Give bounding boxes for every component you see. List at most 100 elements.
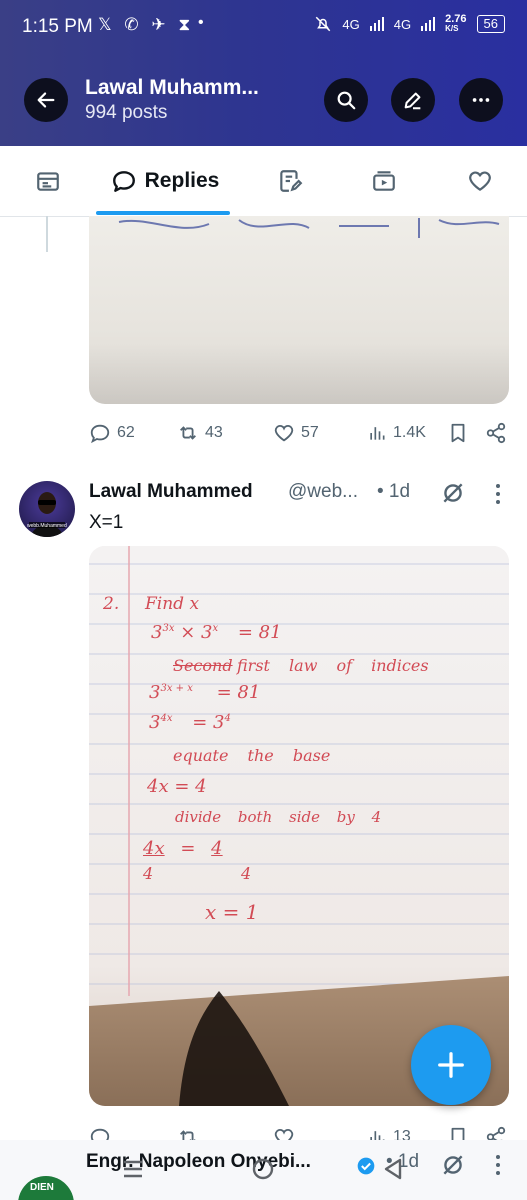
notification-icons: 𝕏 ✆ ✈ ⧗ <box>98 15 195 34</box>
back-button[interactable] <box>24 78 68 122</box>
reply-count: 62 <box>117 424 135 441</box>
hw-eq: = 81 <box>237 622 282 643</box>
more-horizontal-icon <box>472 98 490 102</box>
hw-line-10: x = 1 <box>205 900 259 924</box>
analytics-icon <box>370 427 385 440</box>
battery-indicator: 56 <box>476 15 505 33</box>
status-time: 1:15 PM <box>22 16 93 37</box>
bookmark-icon <box>451 423 465 443</box>
hw-denominator-left: 4 <box>143 864 154 883</box>
hw-exp: x <box>212 623 219 634</box>
compose-post-button[interactable] <box>411 1025 491 1105</box>
hw-exp: 3x <box>162 623 175 634</box>
share-icon <box>486 422 506 444</box>
grok-button[interactable] <box>440 480 466 511</box>
hw-lhs: 4x <box>143 838 165 859</box>
post-image-2[interactable]: 2. Find x 33x × 3x = 81 Second first law… <box>89 546 509 1106</box>
recents-icon <box>124 1160 142 1178</box>
search-button[interactable] <box>324 78 368 122</box>
status-right: 4G 4G 2.76 K/S 56 <box>314 14 505 34</box>
hw-line-7: 4x = 4 <box>147 776 207 797</box>
repost-count: 43 <box>205 424 223 441</box>
reply-button[interactable]: 62 <box>89 418 135 448</box>
edit-profile-button[interactable] <box>391 78 435 122</box>
hw-line-2: 33x × 3x = 81 <box>151 622 282 643</box>
post-count: 994 posts <box>85 102 168 123</box>
back-triangle-icon <box>384 1158 402 1180</box>
media-icon <box>373 171 395 191</box>
status-dot: • <box>198 14 204 31</box>
hw-line-8: divide both side by 4 <box>175 808 382 826</box>
hw-line-3: first law of indices <box>237 656 429 675</box>
hw-exp: 3x + x <box>160 683 193 694</box>
share-button[interactable] <box>485 418 507 448</box>
avatar[interactable]: webb.Muhammed <box>19 481 75 537</box>
system-back-button[interactable] <box>378 1154 408 1184</box>
hw-eq: = 3 <box>192 712 225 733</box>
thread-line <box>46 216 48 252</box>
more-vertical-icon <box>496 484 500 504</box>
handwritten-solution: 2. Find x 33x × 3x = 81 Second first law… <box>89 546 509 1106</box>
home-circle-icon <box>252 1158 274 1180</box>
like-count: 57 <box>301 424 319 441</box>
view-count: 1.4K <box>393 424 426 441</box>
hw-line-6: equate the base <box>173 746 331 765</box>
data-speed: 2.76 K/S <box>445 14 466 34</box>
home-button[interactable] <box>248 1154 278 1184</box>
article-icon <box>37 172 59 191</box>
repost-icon <box>180 426 196 440</box>
hw-base: 3 <box>151 622 163 643</box>
avatar-label: webb.Muhammed <box>27 523 67 529</box>
repost-button[interactable]: 43 <box>177 418 223 448</box>
more-options-button[interactable] <box>459 78 503 122</box>
hw-line-9: 4x = 4 <box>143 838 223 859</box>
hw-question-number: 2. <box>103 594 120 614</box>
network-label-1: 4G <box>342 16 360 32</box>
profile-header: 1:15 PM 𝕏 ✆ ✈ ⧗ • 4G 4G 2.76 K/S 56 Lawa… <box>0 0 527 146</box>
post-image-1[interactable] <box>89 216 509 404</box>
tweet-more-button[interactable] <box>491 481 505 512</box>
tweet-text: X=1 <box>89 512 124 533</box>
views-button[interactable]: 1.4K <box>367 418 426 448</box>
hw-rhs: 4 <box>211 838 223 859</box>
image-shadow <box>89 344 509 404</box>
highlights-icon <box>280 170 303 192</box>
hw-exp: 4 <box>224 713 231 724</box>
grok-icon <box>443 483 463 503</box>
profile-name: Lawal Muhamm... <box>85 76 259 99</box>
tweet-author-handle[interactable]: @web... <box>288 481 358 503</box>
tweet-time[interactable]: • 1d <box>377 481 410 503</box>
signal-icon-2 <box>421 17 436 31</box>
profile-tabs: Replies <box>0 146 527 217</box>
tab-articles[interactable] <box>20 146 76 216</box>
tab-highlights[interactable] <box>262 146 318 216</box>
mute-bell-icon <box>316 16 331 32</box>
tab-replies[interactable]: Replies <box>100 146 230 216</box>
likes-icon <box>469 171 491 191</box>
tab-media[interactable] <box>356 146 412 216</box>
reply-bubble-icon <box>112 171 135 192</box>
hw-line-4: 33x + x = 81 <box>149 682 260 703</box>
tab-likes[interactable] <box>452 146 508 216</box>
bookmark-button[interactable] <box>447 418 469 448</box>
hw-struck: Second <box>173 656 233 675</box>
reply-icon <box>90 424 110 444</box>
like-button[interactable]: 57 <box>273 418 319 448</box>
data-speed-unit: K/S <box>445 24 459 33</box>
recents-button[interactable] <box>118 1154 148 1184</box>
hw-line-1: Find x <box>145 594 200 614</box>
arrow-left-icon <box>37 92 55 108</box>
hw-base: 3 <box>149 682 161 703</box>
active-tab-indicator <box>96 211 230 215</box>
hw-line-5: 34x = 34 <box>149 712 231 733</box>
signal-icon <box>369 17 384 31</box>
hw-exp: 4x <box>160 713 173 724</box>
hw-eq: = 81 <box>216 682 261 703</box>
hw-eq: = <box>180 838 196 859</box>
plus-icon <box>438 1052 464 1078</box>
paper-ink-marks <box>118 218 500 238</box>
hw-denominator-right: 4 <box>241 864 252 883</box>
tweet-author-name[interactable]: Lawal Muhammed <box>89 481 253 503</box>
post1-action-bar: 62 43 57 1.4K <box>89 418 511 448</box>
heart-icon <box>274 425 294 442</box>
